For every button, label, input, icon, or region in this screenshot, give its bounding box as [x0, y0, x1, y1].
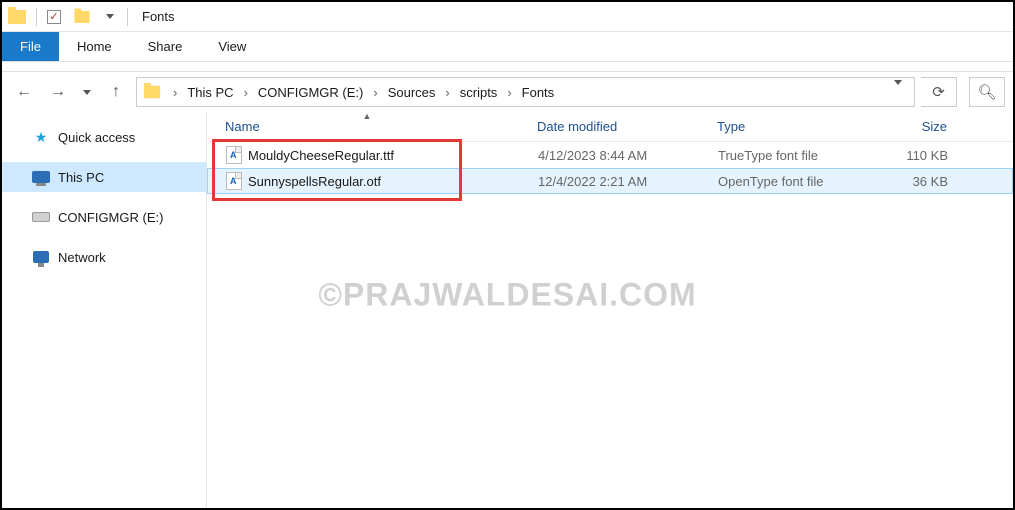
sidebar-item-this-pc[interactable]: This PC — [2, 162, 206, 192]
file-rows: MouldyCheeseRegular.ttf 4/12/2023 8:44 A… — [207, 142, 1013, 194]
sidebar-item-network[interactable]: Network — [2, 242, 206, 272]
tab-home[interactable]: Home — [59, 32, 130, 61]
app-folder-icon — [8, 10, 26, 24]
crumb-fonts[interactable]: Fonts — [518, 85, 559, 100]
navigation-pane: ★ Quick access This PC CONFIGMGR (E:) Ne… — [2, 112, 207, 508]
titlebar: ✓ Fonts — [2, 2, 1013, 32]
tab-view[interactable]: View — [200, 32, 264, 61]
chevron-down-icon — [83, 90, 91, 95]
window-title: Fonts — [142, 9, 175, 24]
address-dropdown[interactable] — [886, 85, 910, 100]
forward-button[interactable]: → — [44, 78, 72, 106]
qat-newfolder-icon[interactable] — [74, 11, 89, 23]
address-bar[interactable]: › This PC › CONFIGMGR (E:) › Sources › s… — [136, 77, 915, 107]
table-row[interactable]: MouldyCheeseRegular.ttf 4/12/2023 8:44 A… — [207, 142, 1013, 168]
qat-customize-button[interactable] — [99, 6, 121, 28]
tab-file[interactable]: File — [2, 32, 59, 61]
explorer-window: ✓ Fonts File Home Share View ← → ↑ › Thi… — [0, 0, 1015, 510]
file-type: TrueType font file — [708, 148, 863, 163]
arrow-up-icon: ↑ — [112, 83, 120, 101]
chevron-down-icon — [106, 14, 114, 19]
crumb-this-pc[interactable]: This PC — [183, 85, 237, 100]
crumb-sep-icon[interactable]: › — [242, 85, 250, 100]
refresh-button[interactable]: ⟳ — [921, 77, 957, 107]
crumb-sep-icon[interactable]: › — [171, 85, 179, 100]
ribbon-collapsed-bar — [2, 62, 1013, 72]
col-date[interactable]: Date modified — [527, 112, 707, 141]
col-size[interactable]: Size — [862, 112, 957, 141]
file-size: 110 KB — [863, 148, 958, 163]
search-icon: 🔍︎ — [977, 83, 996, 101]
ribbon-tabs: File Home Share View — [2, 32, 1013, 62]
file-type: OpenType font file — [708, 174, 863, 189]
separator — [36, 8, 37, 26]
file-date: 12/4/2022 2:21 AM — [528, 174, 708, 189]
separator — [127, 8, 128, 26]
col-name[interactable]: Name ▲ — [207, 112, 527, 141]
sidebar-item-label: This PC — [58, 170, 104, 185]
network-icon — [32, 249, 50, 265]
file-size: 36 KB — [863, 174, 958, 189]
chevron-down-icon — [894, 80, 902, 100]
crumb-sep-icon[interactable]: › — [443, 85, 451, 100]
address-folder-icon — [144, 86, 160, 99]
column-headers: Name ▲ Date modified Type Size — [207, 112, 1013, 142]
crumb-scripts[interactable]: scripts — [456, 85, 502, 100]
sidebar-item-label: Network — [58, 250, 106, 265]
up-button[interactable]: ↑ — [102, 78, 130, 106]
star-icon: ★ — [32, 129, 50, 145]
file-name: SunnyspellsRegular.otf — [248, 174, 381, 189]
pc-icon — [32, 169, 50, 185]
font-file-icon — [226, 146, 242, 164]
back-button[interactable]: ← — [10, 78, 38, 106]
col-name-label: Name — [225, 119, 260, 134]
body: ★ Quick access This PC CONFIGMGR (E:) Ne… — [2, 112, 1013, 508]
nav-row: ← → ↑ › This PC › CONFIGMGR (E:) › Sourc… — [2, 72, 1013, 112]
tab-share[interactable]: Share — [130, 32, 201, 61]
crumb-sep-icon[interactable]: › — [371, 85, 379, 100]
sidebar-item-drive[interactable]: CONFIGMGR (E:) — [2, 202, 206, 232]
crumb-sep-icon[interactable]: › — [505, 85, 513, 100]
qat-properties-button[interactable]: ✓ — [43, 6, 65, 28]
file-date: 4/12/2023 8:44 AM — [528, 148, 708, 163]
sidebar-item-label: Quick access — [58, 130, 135, 145]
crumb-sources[interactable]: Sources — [384, 85, 440, 100]
table-row[interactable]: SunnyspellsRegular.otf 12/4/2022 2:21 AM… — [207, 168, 1013, 194]
file-list-pane: Name ▲ Date modified Type Size MouldyChe… — [207, 112, 1013, 508]
arrow-left-icon: ← — [16, 83, 32, 101]
font-file-icon — [226, 172, 242, 190]
sidebar-item-quick-access[interactable]: ★ Quick access — [2, 122, 206, 152]
drive-icon — [32, 209, 50, 225]
checkbox-icon: ✓ — [47, 10, 61, 24]
sidebar-item-label: CONFIGMGR (E:) — [58, 210, 163, 225]
col-type[interactable]: Type — [707, 112, 862, 141]
sort-asc-icon: ▲ — [363, 111, 372, 121]
recent-locations-button[interactable] — [78, 78, 96, 106]
file-name: MouldyCheeseRegular.ttf — [248, 148, 394, 163]
search-button[interactable]: 🔍︎ — [969, 77, 1005, 107]
refresh-icon: ⟳ — [932, 83, 945, 101]
crumb-drive[interactable]: CONFIGMGR (E:) — [254, 85, 367, 100]
arrow-right-icon: → — [50, 83, 66, 101]
